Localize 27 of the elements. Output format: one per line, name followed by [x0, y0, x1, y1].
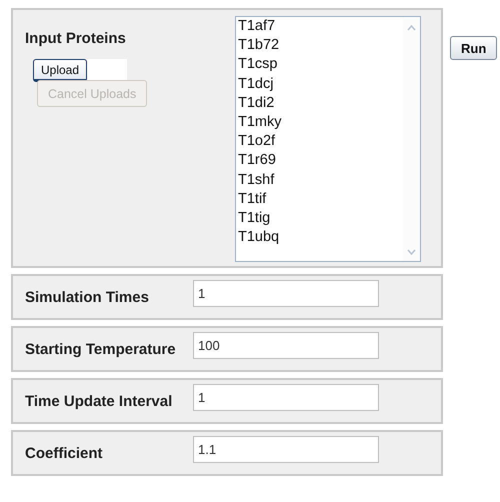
list-item[interactable]: T1mky — [238, 113, 403, 132]
list-item[interactable]: T1b72 — [238, 36, 403, 56]
input-field[interactable]: 1 — [193, 280, 379, 306]
list-item[interactable]: T1shf — [238, 170, 403, 190]
input-field[interactable]: 1 — [193, 384, 379, 410]
run-button[interactable]: Run — [450, 36, 498, 60]
list-item[interactable]: T1di2 — [238, 94, 403, 114]
protein-list[interactable]: T1af7 T1b72 T1csp T1dcj T1di2 T1mky T1o2f T1r69 T1shf T1tif T1tig T1ubq — [235, 16, 421, 262]
parameter-label: Coefficient — [25, 444, 104, 462]
list-item[interactable]: T1dcj — [238, 74, 403, 94]
upload-button[interactable]: Upload — [33, 59, 88, 82]
list-item[interactable]: T1ubq — [238, 228, 403, 248]
list-item[interactable]: T1af7 — [238, 17, 403, 36]
list-item[interactable]: T1r69 — [238, 151, 403, 171]
scroll-up-icon[interactable] — [407, 25, 416, 31]
parameter-label: Simulation Times — [25, 288, 150, 306]
list-item[interactable]: T1tif — [238, 190, 403, 210]
section-label: Input Proteins — [25, 30, 126, 47]
parameter-label: Time Update Interval — [25, 392, 174, 410]
list-item[interactable]: T1o2f — [238, 132, 403, 152]
list-item[interactable]: T1tig — [238, 209, 403, 228]
scroll-down-icon[interactable] — [407, 249, 416, 255]
input-field[interactable]: 1.1 — [193, 436, 379, 462]
list-item[interactable]: T1csp — [238, 55, 403, 75]
scrollbar[interactable] — [403, 17, 420, 261]
input-field[interactable]: 100 — [193, 332, 379, 358]
parameter-label: Starting Temperature — [25, 340, 177, 358]
